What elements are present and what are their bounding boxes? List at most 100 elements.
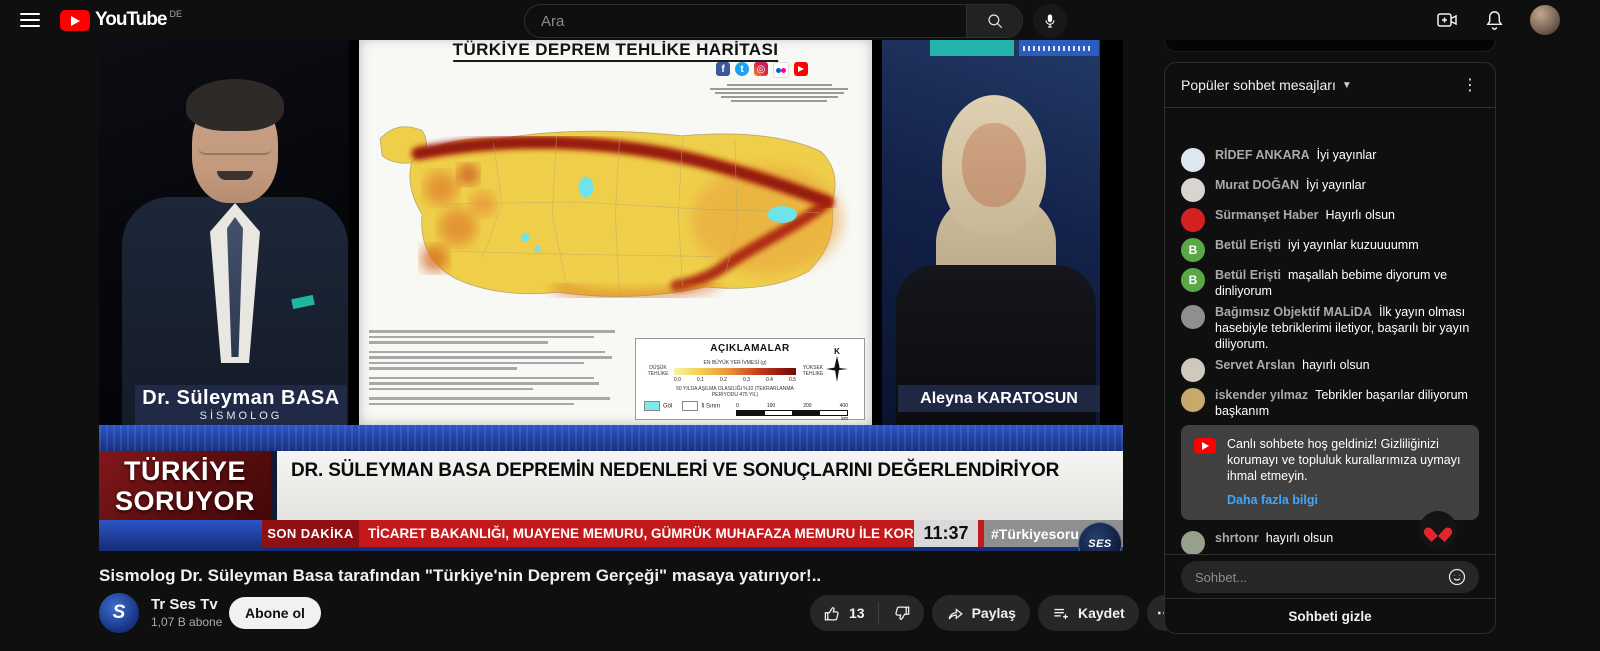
channel-row: S Tr Ses Tv 1,07 B abone Abone ol 13: [99, 593, 1123, 635]
chat-username[interactable]: RİDEF ANKARA: [1215, 148, 1310, 162]
heart-reaction: [1419, 511, 1457, 549]
chat-input[interactable]: [1193, 569, 1447, 586]
chat-avatar[interactable]: B: [1181, 268, 1205, 292]
speaker-right-nametag: Aleyna KARATOSUN: [898, 385, 1100, 412]
youtube-icon: [794, 62, 808, 76]
chat-username[interactable]: Murat DOĞAN: [1215, 178, 1299, 192]
bell-icon: [1483, 9, 1506, 32]
chat-avatar[interactable]: [1181, 178, 1205, 202]
subscriber-count: 1,07 B abone: [151, 615, 222, 629]
chevron-down-icon: ▼: [1342, 80, 1352, 91]
youtube-header: YouTube DE: [0, 0, 1600, 40]
chat-text: iyi yayınlar kuzuuuumm: [1288, 238, 1419, 252]
create-button[interactable]: [1435, 8, 1459, 32]
chat-avatar[interactable]: [1181, 208, 1205, 232]
chat-avatar[interactable]: [1181, 388, 1205, 412]
chat-text: Hayırlı olsun: [1326, 208, 1395, 222]
notifications-button[interactable]: [1483, 9, 1506, 32]
chat-filter-dropdown[interactable]: Popüler sohbet mesajları ▼: [1181, 77, 1352, 93]
lake-swatch: Göl: [644, 401, 672, 411]
hide-chat-button[interactable]: Sohbeti gizle: [1165, 598, 1495, 633]
speaker-right-figure: [902, 75, 1082, 425]
chat-username[interactable]: shrtonr: [1215, 531, 1259, 545]
headline-banner: DR. SÜLEYMAN BASA DEPREMİN NEDENLERİ VE …: [277, 451, 1123, 520]
search-input[interactable]: [525, 5, 966, 37]
chat-message: Servet Arslan hayırlı olsun: [1181, 357, 1479, 382]
chat-username[interactable]: Sürmanşet Haber: [1215, 208, 1319, 222]
broadcast-tag-teal: [930, 40, 1014, 56]
pane-divider: [1100, 38, 1123, 425]
speaker-right-pane: [882, 38, 1100, 425]
region-badge: DE: [169, 9, 182, 19]
channel-avatar[interactable]: S: [99, 593, 139, 633]
chat-avatar[interactable]: [1181, 531, 1205, 555]
chat-message: Murat DOĞAN İyi yayınlar: [1181, 177, 1479, 202]
chat-avatar[interactable]: B: [1181, 238, 1205, 262]
chat-message-list[interactable]: RİDEF ANKARA İyi yayınlar Murat DOĞAN İyi y…: [1165, 107, 1495, 555]
speaker-left-figure: [134, 65, 324, 425]
account-avatar[interactable]: [1530, 5, 1560, 35]
chat-username[interactable]: Bağımsız Objektif MALiDA: [1215, 305, 1372, 319]
lower-third-banner: TÜRKİYE SORUYOR DR. SÜLEYMAN BASA DEPREM…: [99, 451, 1123, 520]
playlist-add-icon: [1052, 604, 1071, 623]
chat-text: İyi yayınlar: [1317, 148, 1377, 162]
chat-username[interactable]: Betül Erişti: [1215, 238, 1281, 252]
live-chat-panel: Popüler sohbet mesajları ▼ ⋮ RİDEF ANKAR…: [1164, 62, 1496, 634]
compass-rose: K: [824, 347, 850, 387]
like-button[interactable]: 13: [810, 595, 878, 631]
ticker-text: TİCARET BAKANLIĞI, MUAYENE MEMURU, GÜMRÜ…: [359, 520, 914, 547]
mic-icon: [1042, 13, 1058, 29]
pane-divider: [349, 38, 359, 425]
speaker-left-pane: [99, 38, 349, 425]
chat-message: Sürmanşet Haber Hayırlı olsun: [1181, 207, 1479, 232]
chat-text: hayırlı olsun: [1302, 358, 1369, 372]
chat-avatar[interactable]: [1181, 148, 1205, 172]
pane-divider: [872, 38, 882, 425]
chat-avatar[interactable]: [1181, 305, 1205, 329]
share-icon: [946, 604, 965, 623]
chat-username[interactable]: Betül Erişti: [1215, 268, 1281, 282]
youtube-watch-page: YouTube DE: [0, 0, 1600, 651]
chat-menu-icon[interactable]: ⋮: [1462, 75, 1479, 95]
notice-text: Canlı sohbete hoş geldiniz! Gizliliğiniz…: [1227, 436, 1466, 484]
emoji-icon[interactable]: [1447, 567, 1467, 587]
chat-username[interactable]: iskender yılmaz: [1215, 388, 1308, 402]
map-title: TÜRKİYE DEPREM TEHLİKE HARİTASI: [453, 40, 779, 62]
speaker-left-nametag: Dr. Süleyman BASA SİSMOLOG: [135, 385, 347, 429]
legend-low-label: DÜŞÜK TEHLİKE: [644, 365, 672, 377]
share-button[interactable]: Paylaş: [932, 595, 1030, 631]
video-actions: 13 Paylaş Kaydet: [810, 595, 1183, 631]
map-document: TÜRKİYE DEPREM TEHLİKE HARİTASI f t ◎: [359, 38, 872, 425]
save-button[interactable]: Kaydet: [1038, 595, 1139, 631]
twitter-icon: t: [735, 62, 749, 76]
chat-username[interactable]: Servet Arslan: [1215, 358, 1295, 372]
create-video-icon: [1435, 8, 1459, 32]
notice-more-info-link[interactable]: Daha fazla bilgi: [1227, 493, 1318, 507]
map-fine-print: [369, 330, 625, 412]
legend-ticks: 0.00.10.20.30.40.5: [674, 377, 796, 383]
chat-avatar[interactable]: [1181, 358, 1205, 382]
chat-text: İyi yayınlar: [1306, 178, 1366, 192]
subscribe-button[interactable]: Abone ol: [229, 597, 321, 629]
search-button[interactable]: [966, 5, 1022, 37]
clock: 11:37: [914, 520, 978, 547]
chat-header: Popüler sohbet mesajları ▼ ⋮: [1165, 63, 1495, 108]
news-ticker: SON DAKİKA TİCARET BAKANLIĞI, MUAYENE ME…: [262, 520, 1123, 547]
youtube-play-icon: [60, 10, 90, 31]
lower-third-blue-bar: [99, 425, 1123, 451]
video-player[interactable]: TÜRKİYE DEPREM TEHLİKE HARİTASI f t ◎: [99, 38, 1123, 551]
chat-message: iskender yılmazTebrikler başarılar diliy…: [1181, 387, 1479, 419]
dislike-button[interactable]: [879, 595, 924, 631]
youtube-logo[interactable]: YouTube DE: [60, 9, 182, 31]
channel-name[interactable]: Tr Ses Tv: [151, 596, 218, 613]
legend-note: 50 YILDA AŞILMA OLASILIĞI %10 (TEKRARLAN…: [664, 386, 806, 398]
mic-button[interactable]: [1033, 4, 1067, 38]
compass-star-icon: [826, 356, 848, 382]
chat-message: Bağımsız Objektif MALiDAİlk yayın olması…: [1181, 304, 1479, 352]
chat-message: BBetül Eriştimaşallah bebime diyorum ve …: [1181, 267, 1479, 299]
chat-input-row: [1165, 554, 1495, 599]
legend-scale-label: EN BÜYÜK YER İVMESİ (g): [674, 360, 796, 366]
border-swatch: İl Sınırı: [682, 401, 720, 411]
hamburger-menu-icon[interactable]: [20, 13, 40, 27]
video-title: Sismolog Dr. Süleyman Basa tarafından "T…: [99, 566, 1123, 586]
